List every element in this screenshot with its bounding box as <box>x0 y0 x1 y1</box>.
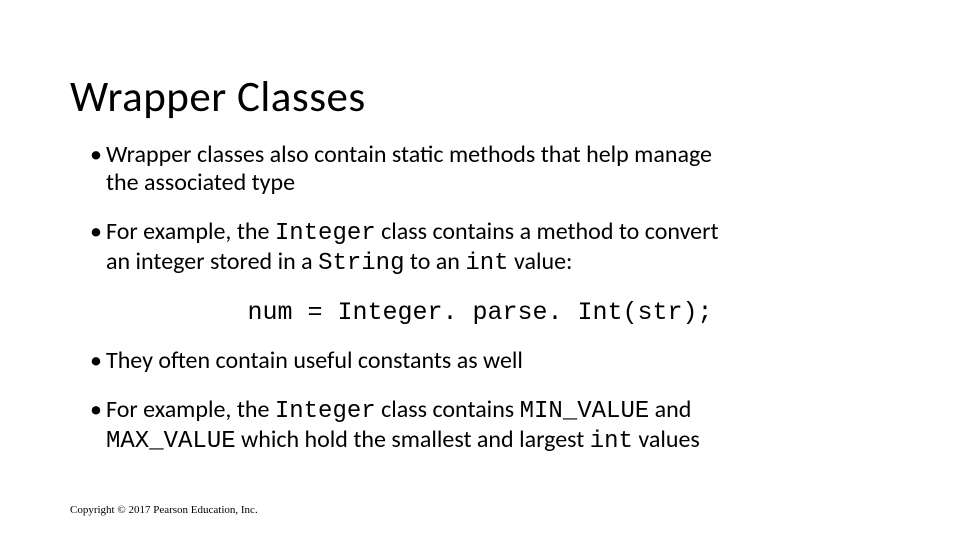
code-inline: Integer <box>275 220 376 247</box>
bullet-text: For example, the <box>106 217 275 246</box>
bullet-text: They often contain useful constants as w… <box>106 346 523 375</box>
bullet-list: They often contain useful constants as w… <box>90 347 890 456</box>
code-inline: String <box>318 250 404 277</box>
bullet-text: For example, the <box>106 395 275 424</box>
code-block: num = Integer. parse. Int(str); <box>130 298 830 327</box>
code-inline: int <box>590 428 633 455</box>
code-inline: Integer <box>275 398 376 425</box>
code-inline: int <box>465 250 508 277</box>
bullet-text: to an <box>404 247 465 276</box>
bullet-list: Wrapper classes also contain static meth… <box>90 141 890 278</box>
code-inline: MAX_VALUE <box>106 428 236 455</box>
copyright-notice: Copyright © 2017 Pearson Education, Inc. <box>70 504 258 516</box>
slide-title: Wrapper Classes <box>70 70 890 123</box>
code-inline: MIN_VALUE <box>520 398 650 425</box>
bullet-text: and <box>649 395 691 424</box>
bullet-text: value: <box>509 247 573 276</box>
bullet-item: For example, the Integer class contains … <box>90 218 746 279</box>
bullet-text: values <box>633 425 700 454</box>
bullet-item: For example, the Integer class contains … <box>90 396 746 457</box>
bullet-text: which hold the smallest and largest <box>236 425 590 454</box>
bullet-text: class contains <box>376 395 520 424</box>
bullet-item: They often contain useful constants as w… <box>90 347 746 375</box>
bullet-text: Wrapper classes also contain static meth… <box>106 140 712 197</box>
slide: Wrapper Classes Wrapper classes also con… <box>0 0 960 540</box>
bullet-item: Wrapper classes also contain static meth… <box>90 141 746 198</box>
